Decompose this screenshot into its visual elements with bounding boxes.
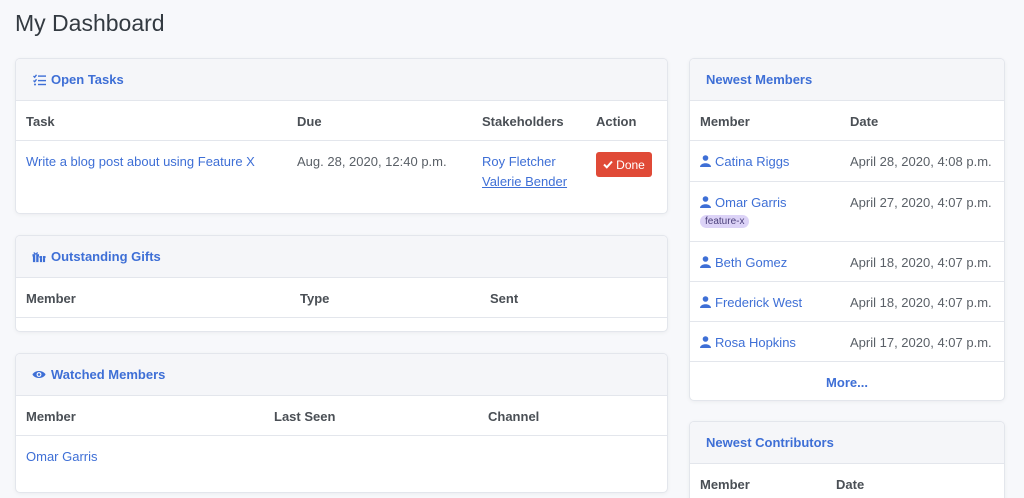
- tag-badge[interactable]: feature-x: [700, 215, 750, 228]
- column-header-sent: Sent: [490, 291, 519, 306]
- list-item: Frederick West April 18, 2020, 4:07 p.m.: [690, 281, 1004, 321]
- check-icon: [603, 160, 613, 169]
- stakeholder-link[interactable]: Valerie Bender: [482, 174, 567, 189]
- done-button[interactable]: Done: [596, 152, 652, 177]
- member-date: April 17, 2020, 4:07 p.m.: [850, 335, 992, 350]
- newest-contributors-card: Newest Contributors Member Date: [689, 421, 1005, 498]
- newest-contributors-table-header: Member Date: [690, 464, 1004, 498]
- eye-icon: [32, 368, 46, 382]
- member-link[interactable]: Rosa Hopkins: [700, 335, 796, 350]
- outstanding-gifts-card: Outstanding Gifts Member Type Sent: [15, 235, 668, 332]
- newest-members-header: Newest Members: [690, 59, 1004, 101]
- member-link[interactable]: Frederick West: [700, 295, 802, 310]
- newest-members-card: Newest Members Member Date Catina Riggs …: [689, 58, 1005, 401]
- open-tasks-table-header: Task Due Stakeholders Action: [16, 101, 667, 141]
- user-icon: [700, 196, 711, 209]
- member-name: Rosa Hopkins: [715, 335, 796, 350]
- member-name: Frederick West: [715, 295, 803, 310]
- member-link[interactable]: Beth Gomez: [700, 255, 787, 270]
- newest-members-title: Newest Members: [706, 72, 813, 87]
- column-header-date: Date: [850, 114, 879, 129]
- outstanding-gifts-table-header: Member Type Sent: [16, 278, 667, 318]
- member-link[interactable]: Omar Garris: [700, 195, 787, 210]
- member-date: April 18, 2020, 4:07 p.m.: [850, 255, 992, 270]
- column-header-date: Date: [836, 477, 865, 492]
- outstanding-gifts-title: Outstanding Gifts: [51, 249, 161, 264]
- list-item: Rosa Hopkins April 17, 2020, 4:07 p.m.: [690, 321, 1004, 361]
- column-header-last-seen: Last Seen: [274, 409, 336, 424]
- done-button-label: Done: [616, 157, 645, 172]
- column-header-task: Task: [26, 114, 55, 129]
- member-date: April 27, 2020, 4:07 p.m.: [850, 195, 992, 210]
- column-header-stakeholders: Stakeholders: [482, 114, 564, 129]
- member-name: Beth Gomez: [715, 255, 788, 270]
- list-item: Omar Garris feature-x April 27, 2020, 4:…: [690, 181, 1004, 241]
- column-header-due: Due: [297, 114, 322, 129]
- watched-members-header: Watched Members: [16, 354, 667, 396]
- member-date: April 18, 2020, 4:07 p.m.: [850, 295, 992, 310]
- newest-contributors-title: Newest Contributors: [706, 435, 834, 450]
- column-header-member: Member: [700, 114, 750, 129]
- watched-member-link[interactable]: Omar Garris: [26, 449, 98, 464]
- column-header-member: Member: [26, 291, 76, 306]
- task-due-date: Aug. 28, 2020, 12:40 p.m.: [297, 154, 447, 169]
- member-date: April 28, 2020, 4:08 p.m.: [850, 154, 992, 169]
- open-tasks-header: Open Tasks: [16, 59, 667, 101]
- list-item: Catina Riggs April 28, 2020, 4:08 p.m.: [690, 141, 1004, 181]
- column-header-member: Member: [26, 409, 76, 424]
- gifts-icon: [32, 250, 46, 264]
- column-header-channel: Channel: [488, 409, 540, 424]
- more-row: More...: [690, 361, 1004, 400]
- user-icon: [700, 256, 711, 269]
- open-tasks-card: Open Tasks Task Due Stakeholders Action …: [15, 58, 668, 214]
- stakeholder-link[interactable]: Roy Fletcher: [482, 154, 556, 169]
- column-header-type: Type: [300, 291, 330, 306]
- task-link[interactable]: Write a blog post about using Feature X: [26, 154, 255, 169]
- newest-contributors-header: Newest Contributors: [690, 422, 1004, 464]
- watched-members-card: Watched Members Member Last Seen Channel…: [15, 353, 668, 493]
- more-link[interactable]: More...: [690, 375, 1004, 390]
- outstanding-gifts-header: Outstanding Gifts: [16, 236, 667, 278]
- column-header-member: Member: [700, 477, 750, 492]
- watched-members-table-header: Member Last Seen Channel: [16, 396, 667, 436]
- user-icon: [700, 336, 711, 349]
- user-icon: [700, 155, 711, 168]
- newest-members-table-header: Member Date: [690, 101, 1004, 141]
- list-item: Beth Gomez April 18, 2020, 4:07 p.m.: [690, 241, 1004, 281]
- table-row: Omar Garris: [16, 436, 667, 492]
- tasks-icon: [32, 73, 46, 87]
- column-header-action: Action: [596, 114, 637, 129]
- watched-members-title: Watched Members: [51, 367, 166, 382]
- table-row: Write a blog post about using Feature X …: [16, 141, 667, 213]
- member-name: Omar Garris: [715, 195, 787, 210]
- user-icon: [700, 296, 711, 309]
- page-title: My Dashboard: [15, 10, 165, 36]
- member-link[interactable]: Catina Riggs: [700, 154, 789, 169]
- member-name: Catina Riggs: [715, 154, 790, 169]
- open-tasks-title: Open Tasks: [51, 72, 124, 87]
